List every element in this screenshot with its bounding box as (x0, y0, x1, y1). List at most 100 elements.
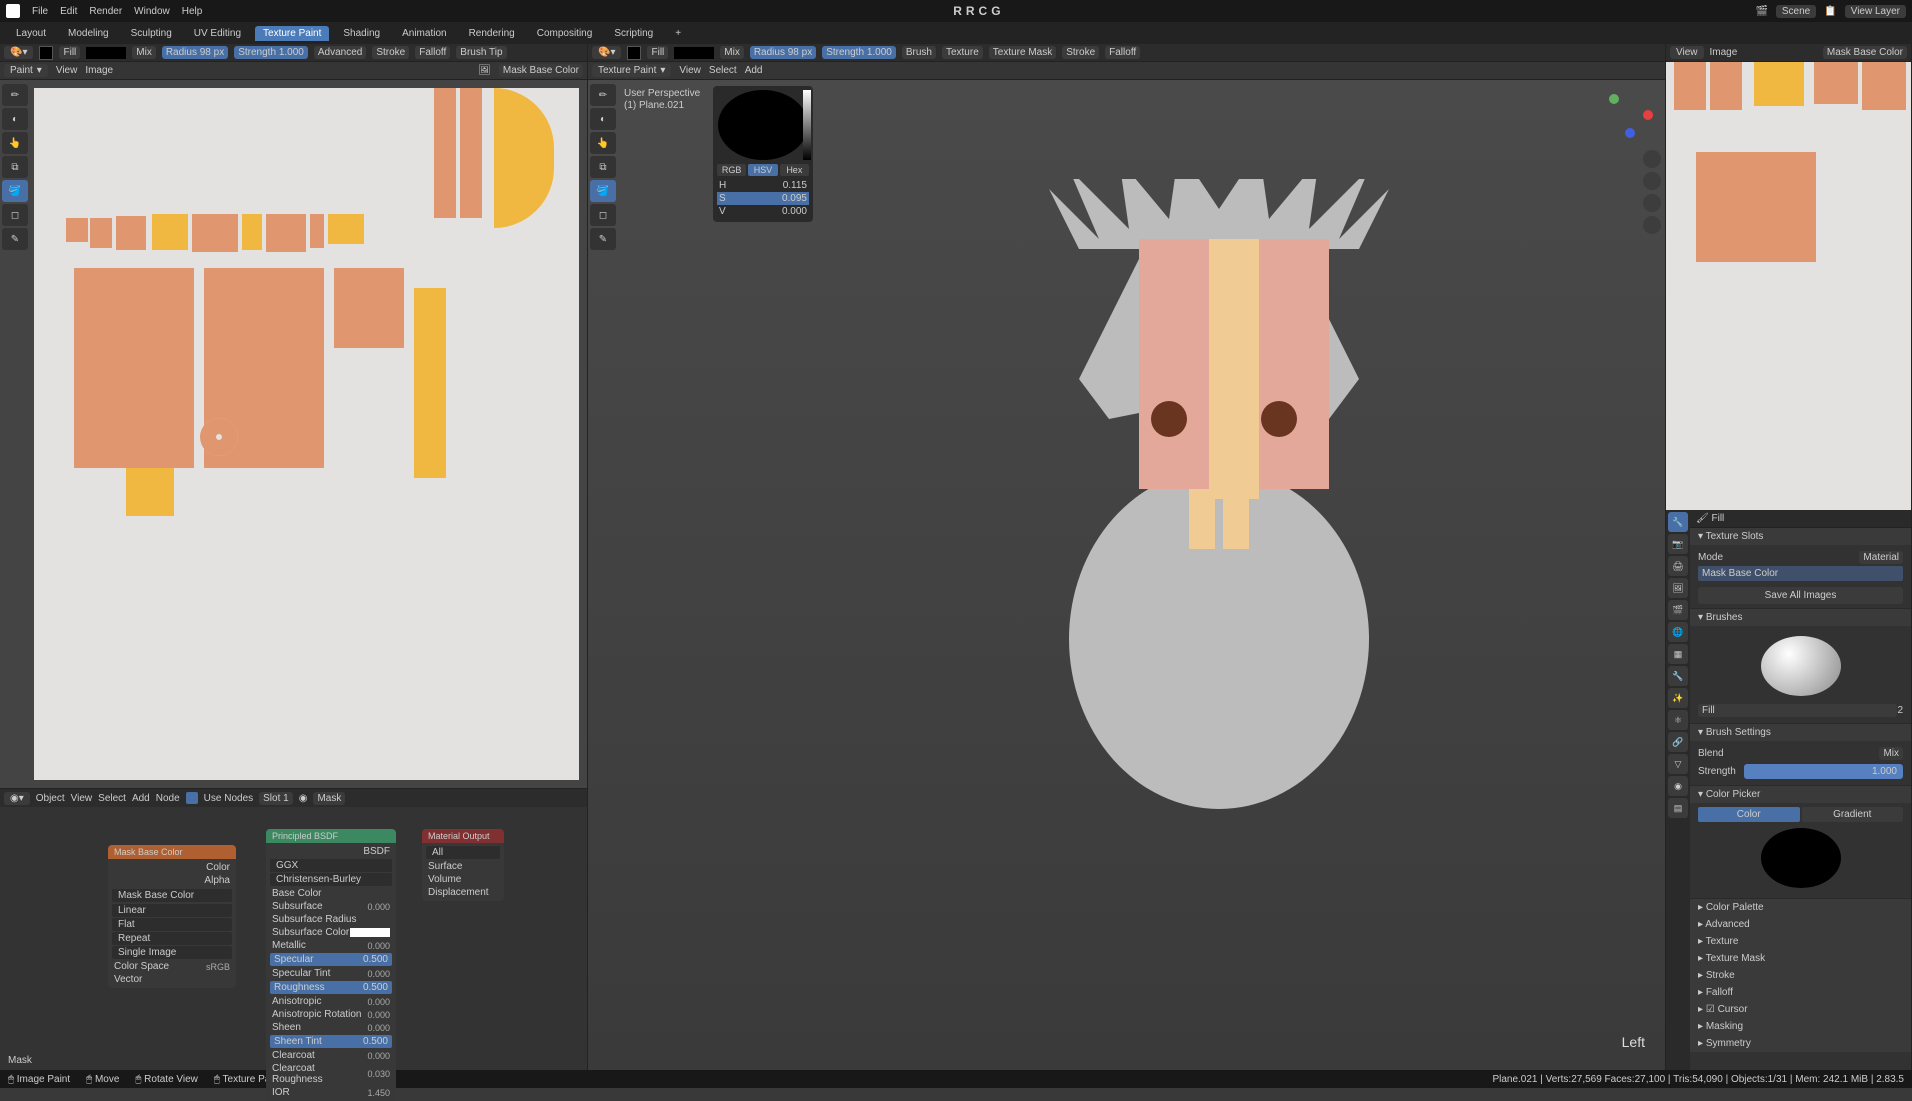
material-name[interactable]: Mask (313, 792, 345, 805)
side-tab-output[interactable]: 🖨 (1668, 556, 1688, 576)
palette-icon-2[interactable]: 🎨▾ (592, 46, 621, 59)
strength-slider-prop[interactable]: 1.000 (1744, 764, 1903, 779)
radius-slider[interactable]: Radius 98 px (162, 46, 228, 59)
vp-tool-clone[interactable]: ⧉ (590, 156, 616, 178)
side-tab-tool[interactable]: 🔧 (1668, 512, 1688, 532)
sec-brush-settings[interactable]: Brush Settings (1690, 724, 1911, 741)
tab-layout[interactable]: Layout (8, 26, 54, 41)
side-tab-material[interactable]: ◉ (1668, 776, 1688, 796)
tool-smear[interactable]: 👆 (2, 132, 28, 154)
orientation-gizmo[interactable] (1605, 90, 1655, 140)
node-principled-bsdf[interactable]: Principled BSDF BSDF GGX Christensen-Bur… (266, 829, 396, 1101)
sec-brushes[interactable]: Brushes (1690, 609, 1911, 626)
tab-compositing[interactable]: Compositing (529, 26, 601, 41)
bsdf-roughness[interactable]: Roughness (274, 982, 325, 993)
tab-texturepaint[interactable]: Texture Paint (255, 26, 329, 41)
color-ramp[interactable] (86, 47, 126, 59)
fill-tool-2[interactable]: Fill (647, 46, 668, 59)
menu-file[interactable]: File (32, 6, 48, 17)
node-bsdf-output[interactable]: BSDF (363, 846, 390, 857)
falloff-dd-2[interactable]: Falloff (1105, 46, 1140, 59)
bsdf-metallic[interactable]: Metallic (272, 940, 306, 951)
node-image-name-field[interactable]: Mask Base Color (118, 890, 194, 901)
sec-texture-mask[interactable]: Texture Mask (1690, 950, 1911, 967)
stroke-dd[interactable]: Stroke (372, 46, 409, 59)
bsdf-sheen[interactable]: Sheen (272, 1022, 301, 1033)
bsdf-subsurface[interactable]: Subsurface (272, 901, 323, 912)
colortab-hsv[interactable]: HSV (748, 164, 777, 176)
bsdf-aniso-rot[interactable]: Anisotropic Rotation (272, 1009, 362, 1020)
tab-animation[interactable]: Animation (394, 26, 454, 41)
node-menu-view[interactable]: View (71, 793, 93, 804)
fill-tool[interactable]: Fill (59, 46, 80, 59)
side-tab-render[interactable]: 📷 (1668, 534, 1688, 554)
sat-value[interactable]: 0.095 (782, 193, 807, 204)
node-image-texture[interactable]: Mask Base Color Color Alpha Mask Base Co… (108, 845, 236, 988)
bsdf-ior[interactable]: IOR (272, 1087, 290, 1098)
falloff-dd[interactable]: Falloff (415, 46, 450, 59)
scene-name[interactable]: Scene (1776, 5, 1816, 18)
vp-tool-smear[interactable]: 👆 (590, 132, 616, 154)
sec-color-palette[interactable]: Color Palette (1690, 899, 1911, 916)
node-menu-node[interactable]: Node (156, 793, 180, 804)
hue-value[interactable]: 0.115 (783, 180, 807, 191)
node-menu-object[interactable]: Object (36, 793, 65, 804)
node-image-alpha-out[interactable]: Alpha (204, 875, 230, 886)
mode-material[interactable]: Material (1859, 551, 1903, 564)
color-wheel[interactable] (718, 90, 808, 160)
blend-value[interactable]: Mix (1879, 747, 1903, 760)
strength-slider-2[interactable]: Strength 1.000 (822, 46, 896, 59)
side-tab-viewlayer[interactable]: 🖼 (1668, 578, 1688, 598)
sec-cursor[interactable]: ☑ Cursor (1690, 1001, 1911, 1018)
node-material-output[interactable]: Material Output All Surface Volume Displ… (422, 829, 504, 901)
menu-edit[interactable]: Edit (60, 6, 77, 17)
stroke-dd-2[interactable]: Stroke (1062, 46, 1099, 59)
menu-render[interactable]: Render (89, 6, 122, 17)
bsdf-spectint[interactable]: Specular Tint (272, 968, 330, 979)
right-img-name[interactable]: Mask Base Color (1823, 46, 1907, 59)
vp-tool-soften[interactable]: ◐ (590, 108, 616, 130)
texture-dd[interactable]: Texture (942, 46, 983, 59)
color-tab-btn[interactable]: Color (1698, 807, 1800, 822)
palette-icon[interactable]: 🎨▾ (4, 46, 33, 59)
vp-tool-fill[interactable]: 🪣 (590, 180, 616, 202)
node-output-surface[interactable]: Surface (428, 861, 462, 872)
brushtip-dd[interactable]: Brush Tip (456, 46, 506, 59)
viewlayer-name[interactable]: View Layer (1845, 5, 1906, 18)
texturemask-dd[interactable]: Texture Mask (989, 46, 1056, 59)
slot-dd[interactable]: Slot 1 (259, 792, 293, 805)
node-menu-select[interactable]: Select (98, 793, 126, 804)
vp-menu-select[interactable]: Select (709, 65, 737, 76)
side-tab-world[interactable]: 🌐 (1668, 622, 1688, 642)
vp-tool-annotate[interactable]: ✎ (590, 228, 616, 250)
camera-icon[interactable] (1643, 194, 1661, 212)
node-output-volume[interactable]: Volume (428, 874, 461, 885)
vp-menu-add[interactable]: Add (745, 65, 763, 76)
slot-item[interactable]: Mask Base Color (1698, 566, 1903, 581)
uv-mode[interactable]: Paint ▾ (4, 64, 48, 77)
tool-mask[interactable]: ◻ (2, 204, 28, 226)
uv-viewport[interactable]: ✏ ◐ 👆 ⧉ 🪣 ◻ ✎ (0, 80, 587, 788)
tool-clone[interactable]: ⧉ (2, 156, 28, 178)
sec-texture[interactable]: Texture (1690, 933, 1911, 950)
side-tab-scene[interactable]: 🎬 (1668, 600, 1688, 620)
uv-menu-image[interactable]: Image (85, 65, 113, 76)
sec-symmetry[interactable]: Symmetry (1690, 1035, 1911, 1052)
3d-viewport[interactable]: ✏ ◐ 👆 ⧉ 🪣 ◻ ✎ User Perspective (1) Plane… (588, 80, 1665, 1070)
tab-sculpting[interactable]: Sculpting (123, 26, 180, 41)
tool-annotate[interactable]: ✎ (2, 228, 28, 250)
sec-stroke[interactable]: Stroke (1690, 967, 1911, 984)
uv-image-name[interactable]: Mask Base Color (499, 64, 583, 77)
tab-add[interactable]: + (667, 26, 689, 41)
node-bsdf-dist[interactable]: GGX (276, 860, 298, 871)
node-image-projection[interactable]: Flat (118, 919, 135, 930)
node-bsdf-sss-method[interactable]: Christensen-Burley (276, 874, 361, 885)
tool-draw[interactable]: ✏ (2, 84, 28, 106)
tab-modeling[interactable]: Modeling (60, 26, 117, 41)
bsdf-aniso[interactable]: Anisotropic (272, 996, 321, 1007)
vp-menu-view[interactable]: View (679, 65, 701, 76)
sec-masking[interactable]: Masking (1690, 1018, 1911, 1035)
val-value[interactable]: 0.000 (782, 206, 807, 217)
sec-falloff[interactable]: Falloff (1690, 984, 1911, 1001)
side-tab-physics[interactable]: ⚛ (1668, 710, 1688, 730)
